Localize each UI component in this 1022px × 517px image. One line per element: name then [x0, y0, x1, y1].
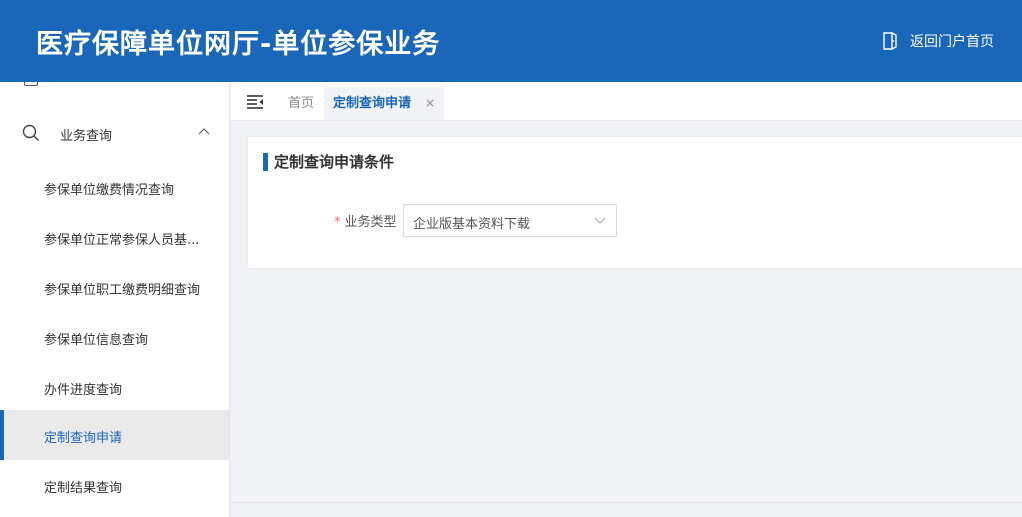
- sidebar-group-business-query[interactable]: 业务查询: [0, 108, 229, 158]
- sidebar-item-partial[interactable]: [0, 82, 229, 92]
- sidebar-group-label: 业务查询: [60, 129, 113, 144]
- sidebar-item-label: 定制查询申请: [44, 431, 123, 446]
- sidebar-item-label: 参保单位缴费情况查询: [44, 183, 175, 198]
- tab-label: 定制查询申请: [333, 96, 412, 111]
- business-type-value: 企业版基本资料下载: [413, 217, 531, 232]
- sidebar-item-label: 定制结果查询: [44, 481, 123, 496]
- sidebar-item-unit-info-query[interactable]: 参保单位信息查询: [0, 312, 229, 362]
- chevron-up-icon: [198, 128, 210, 135]
- search-icon: [22, 124, 39, 141]
- sidebar-item-unit-insured-persons-query[interactable]: 参保单位正常参保人员基...: [0, 212, 229, 262]
- business-type-label: * 业务类型: [334, 211, 397, 230]
- sidebar-item-label: 参保单位信息查询: [44, 333, 149, 348]
- return-portal-home-button[interactable]: 返回门户首页: [882, 31, 994, 51]
- tab-bar: 首页 定制查询申请 ×: [231, 82, 1022, 121]
- required-marker: *: [334, 215, 341, 230]
- sidebar-item-custom-query-application[interactable]: 定制查询申请: [0, 410, 229, 460]
- tab-home[interactable]: 首页: [279, 87, 323, 120]
- menu-collapse-icon[interactable]: [247, 95, 264, 109]
- app-header: 医疗保障单位网厅-单位参保业务 返回门户首页: [0, 0, 1022, 82]
- close-icon[interactable]: ×: [425, 87, 435, 120]
- sidebar-item-label: 办件进度查询: [44, 383, 123, 398]
- sidebar-item-unit-payment-query[interactable]: 参保单位缴费情况查询: [0, 162, 229, 212]
- tab-custom-query-application[interactable]: 定制查询申请 ×: [324, 87, 444, 120]
- app-title: 医疗保障单位网厅-单位参保业务: [36, 29, 441, 60]
- sidebar-item-label: 参保单位职工缴费明细查询: [44, 283, 201, 298]
- return-portal-home-label: 返回门户首页: [910, 34, 994, 50]
- exit-icon: [883, 32, 897, 50]
- sidebar: 业务查询 参保单位缴费情况查询 参保单位正常参保人员基... 参保单位职工缴费明…: [0, 82, 230, 517]
- content-bottom-divider: [231, 502, 1022, 503]
- sidebar-item-custom-result-query[interactable]: 定制结果查询: [0, 460, 229, 510]
- card-title: 定制查询申请条件: [263, 153, 394, 171]
- menu-item-icon: [24, 82, 38, 86]
- sidebar-item-progress-query[interactable]: 办件进度查询: [0, 362, 229, 412]
- query-condition-card: 定制查询申请条件 * 业务类型 企业版基本资料下载: [247, 136, 1022, 269]
- business-type-select[interactable]: 企业版基本资料下载: [403, 204, 617, 237]
- chevron-down-icon: [594, 217, 606, 224]
- sidebar-item-employee-payment-detail-query[interactable]: 参保单位职工缴费明细查询: [0, 262, 229, 312]
- business-type-label-text: 业务类型: [344, 215, 397, 230]
- sidebar-item-label: 参保单位正常参保人员基...: [44, 233, 200, 248]
